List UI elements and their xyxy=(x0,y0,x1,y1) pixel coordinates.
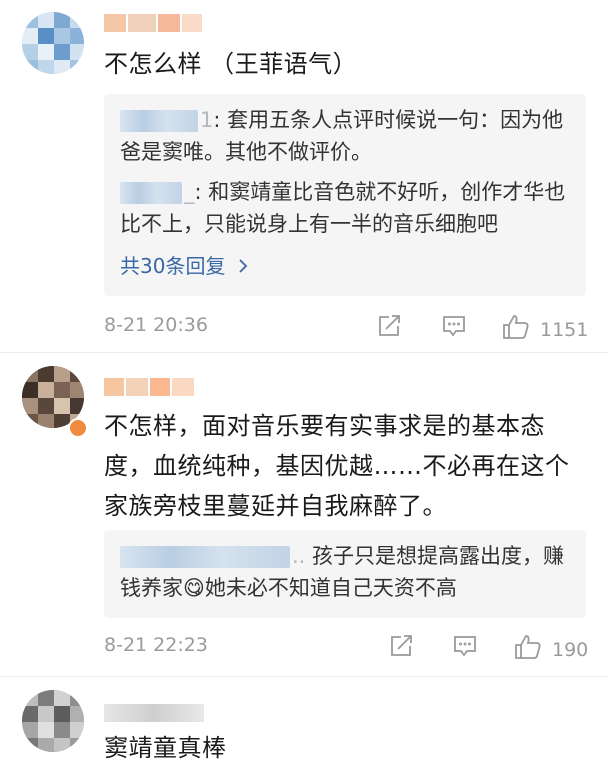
reply-item[interactable]: .. 孩子只是想提高露出度，赚钱养家😋她未必不知道自己天资不高 xyxy=(120,540,575,604)
reply-username-blurred[interactable] xyxy=(120,110,198,132)
comment-text: 不怎么样 （王菲语气） xyxy=(104,50,358,78)
reply-item[interactable]: 1: 套用五条人点评时候说一句：因为他爸是窦唯。其他不做评价。 xyxy=(120,104,575,168)
share-icon xyxy=(376,314,402,343)
more-replies-link[interactable]: 共30条回复 xyxy=(120,250,248,279)
username-blurred[interactable] xyxy=(104,378,196,398)
like-count: 190 xyxy=(552,638,589,661)
like-button[interactable]: 1151 xyxy=(502,314,588,345)
comment-button[interactable] xyxy=(452,634,478,663)
share-button[interactable] xyxy=(376,314,402,343)
emoji-icon: 😋 xyxy=(183,576,205,600)
comment-item: 窦靖童真棒 xyxy=(0,676,608,764)
badge-icon xyxy=(68,418,88,438)
reply-name-tail: 1 xyxy=(200,108,214,132)
reply-item[interactable]: _: 和窦靖童比音色就不好听，创作才华也比不上，只能说身上有一半的音乐细胞吧 xyxy=(120,176,575,240)
comment-icon xyxy=(441,314,467,343)
avatar[interactable] xyxy=(22,12,84,74)
comment-button[interactable] xyxy=(441,314,467,343)
comment-text: 窦靖童真棒 xyxy=(104,734,227,762)
comment-item: 不怎样，面对音乐要有实事求是的基本态度，血统纯种，基因优越……不必再在这个家族旁… xyxy=(0,352,608,682)
comment-time: 8-21 20:36 xyxy=(104,314,208,336)
username-blurred[interactable] xyxy=(104,704,206,724)
reply-text-continued: 她未必不知道自己天资不高 xyxy=(204,576,457,600)
like-count: 1151 xyxy=(540,318,589,341)
comment-meta: 8-21 20:36 1151 xyxy=(104,314,588,345)
comment-time: 8-21 22:23 xyxy=(104,634,208,656)
reply-box[interactable]: .. 孩子只是想提高露出度，赚钱养家😋她未必不知道自己天资不高 xyxy=(104,530,586,618)
thumbs-up-icon xyxy=(514,634,542,665)
reply-box[interactable]: 1: 套用五条人点评时候说一句：因为他爸是窦唯。其他不做评价。 _: 和窦靖童比… xyxy=(104,94,586,296)
thumbs-up-icon xyxy=(502,314,530,345)
comment-text: 不怎样，面对音乐要有实事求是的基本态度，血统纯种，基因优越……不必再在这个家族旁… xyxy=(104,412,570,520)
reply-name-tail: .. xyxy=(292,544,306,568)
share-icon xyxy=(388,634,414,663)
share-button[interactable] xyxy=(388,634,414,663)
username-blurred[interactable] xyxy=(104,14,204,34)
reply-name-tail: _ xyxy=(184,180,195,204)
reply-username-blurred[interactable] xyxy=(120,182,182,204)
chevron-right-icon xyxy=(238,254,248,278)
avatar[interactable] xyxy=(22,690,84,752)
more-replies-label: 共30条回复 xyxy=(120,254,226,278)
like-button[interactable]: 190 xyxy=(514,634,588,665)
comment-icon xyxy=(452,634,478,663)
reply-username-blurred[interactable] xyxy=(120,546,290,568)
comment-meta: 8-21 22:23 190 xyxy=(104,634,588,665)
comment-item: 不怎么样 （王菲语气） 1: 套用五条人点评时候说一句：因为他爸是窦唯。其他不做… xyxy=(0,0,608,345)
